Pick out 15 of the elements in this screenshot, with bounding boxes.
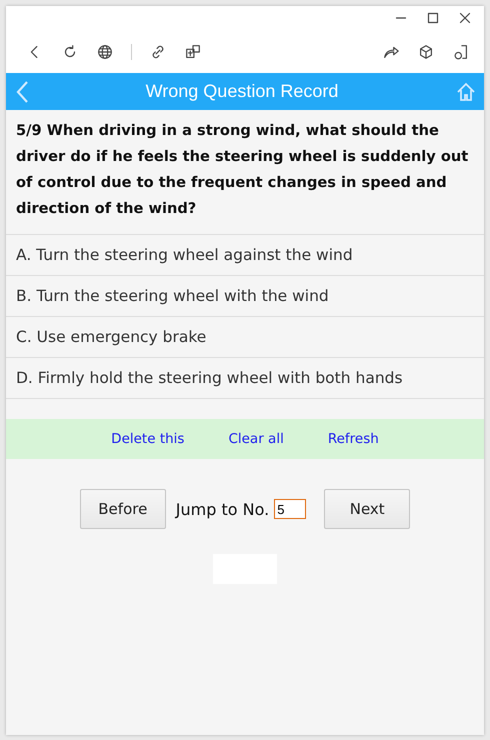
- next-button[interactable]: Next: [324, 489, 410, 529]
- cube-icon[interactable]: [417, 42, 435, 60]
- action-link[interactable]: Clear all: [228, 431, 284, 447]
- before-button[interactable]: Before: [80, 489, 166, 529]
- jump-field[interactable]: 5: [274, 499, 306, 519]
- action-link[interactable]: Refresh: [328, 431, 379, 447]
- question-text: 5/9 When driving in a strong wind, what should the driver do if he feels the steering wheel is suddenly out of control due to the frequent changes in speed and direction of the wind?: [6, 110, 484, 235]
- answer-option[interactable]: C. Use emergency brake: [16, 328, 206, 346]
- answer-option[interactable]: B. Turn the steering wheel with the wind: [16, 287, 329, 305]
- page-title: Wrong Question Record: [146, 81, 338, 102]
- globe-icon[interactable]: [96, 42, 114, 60]
- answer-option[interactable]: A. Turn the steering wheel against the wind: [16, 246, 353, 264]
- jump-label: Jump to No.: [176, 500, 270, 518]
- action-link[interactable]: Delete this: [111, 431, 184, 447]
- answer-option[interactable]: D. Firmly hold the steering wheel with both hands: [16, 369, 403, 387]
